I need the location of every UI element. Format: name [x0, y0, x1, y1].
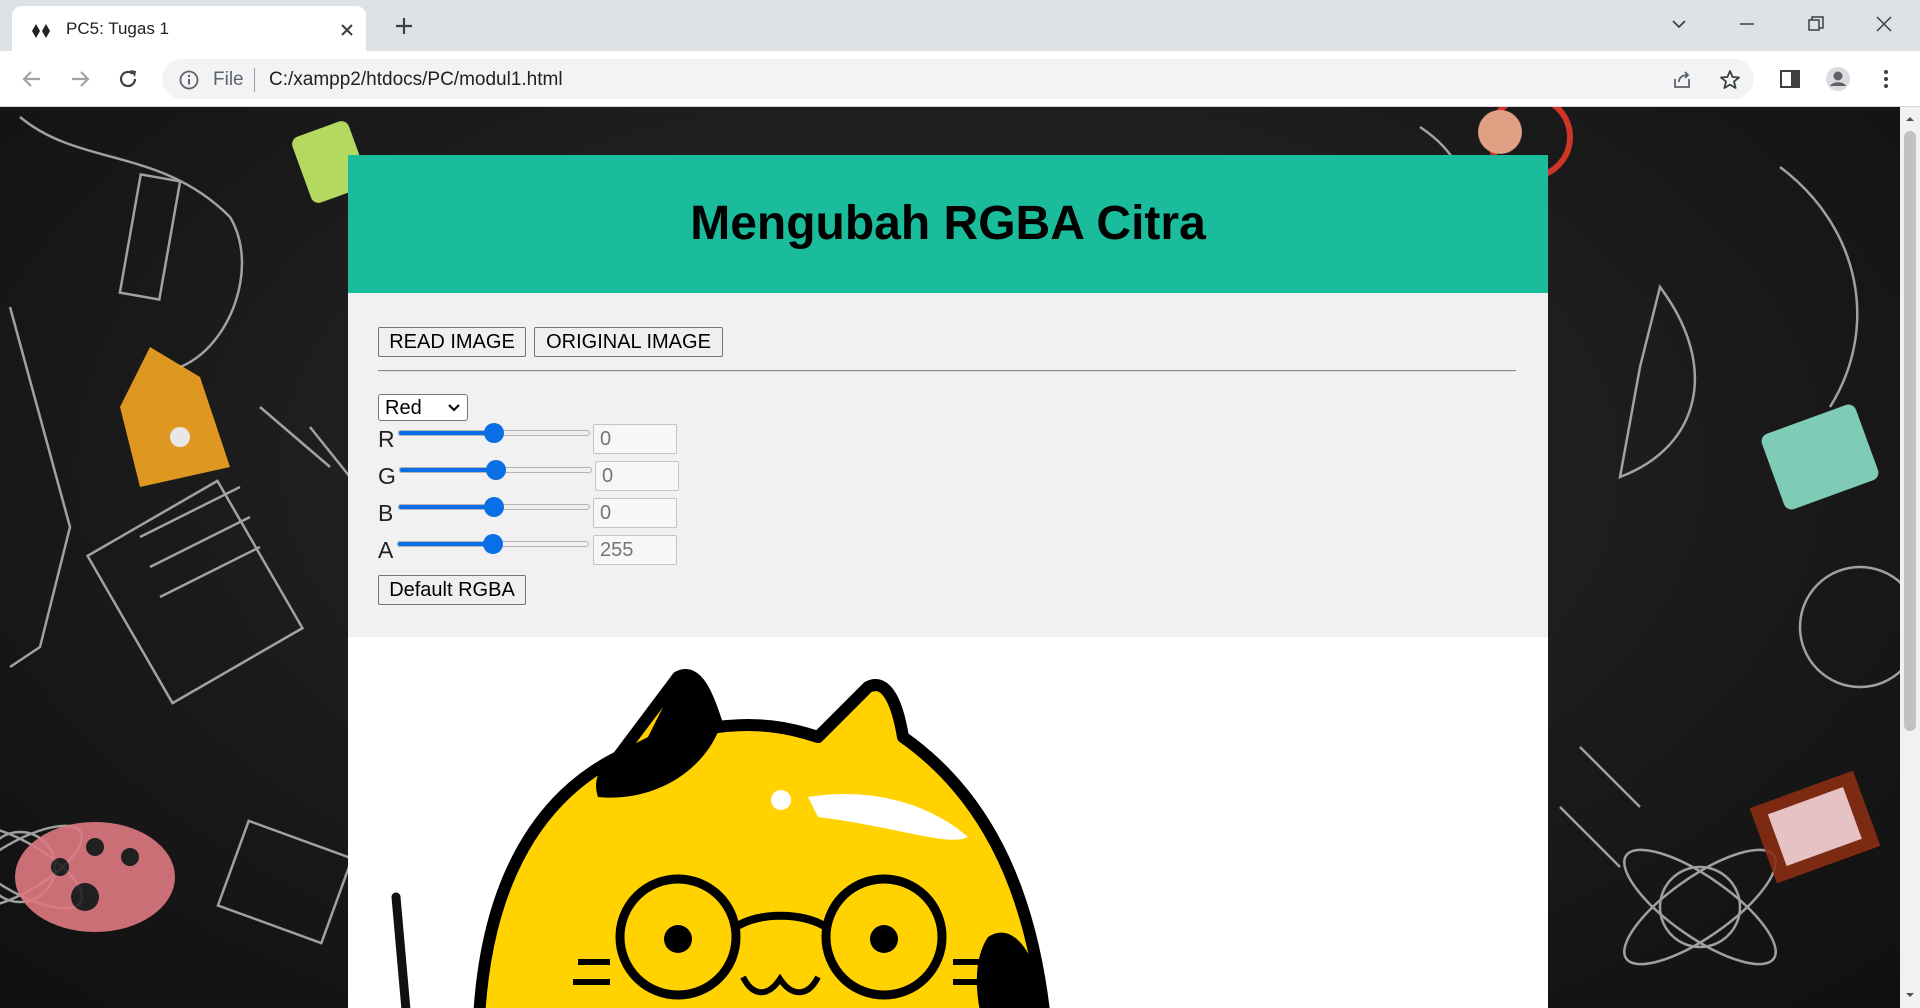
r-value-field[interactable]: 0 — [593, 424, 677, 454]
restore-icon[interactable] — [1804, 12, 1828, 36]
r-value: 0 — [600, 428, 612, 450]
controls-panel: READ IMAGE ORIGINAL IMAGE Red R 0 G 0 B … — [348, 293, 1548, 637]
g-label: G — [378, 463, 396, 489]
original-image-button[interactable]: ORIGINAL IMAGE — [534, 327, 723, 357]
page-viewport: Mengubah RGBA Citra READ IMAGE ORIGINAL … — [0, 107, 1900, 1008]
side-panel-icon[interactable] — [1776, 65, 1804, 93]
default-rgba-button[interactable]: Default RGBA — [378, 575, 526, 605]
a-label: A — [378, 537, 394, 563]
b-value-field[interactable]: 0 — [593, 498, 677, 528]
a-value-field[interactable]: 255 — [593, 535, 677, 565]
page-header: Mengubah RGBA Citra — [348, 155, 1548, 293]
back-arrow-icon[interactable] — [18, 65, 46, 93]
cat-image — [391, 669, 1050, 1008]
browser-toolbar: File C:/xampp2/htdocs/PC/modul1.html — [0, 51, 1920, 107]
tab-search-icon[interactable] — [1667, 12, 1691, 36]
forward-arrow-icon[interactable] — [66, 65, 94, 93]
vertical-scrollbar[interactable] — [1900, 107, 1920, 1008]
b-slider-thumb[interactable] — [484, 497, 504, 517]
browser-tab[interactable]: PC5: Tugas 1 — [12, 6, 366, 51]
scroll-up-arrow-icon[interactable] — [1904, 113, 1916, 125]
a-slider-thumb[interactable] — [483, 534, 503, 554]
page-title: Mengubah RGBA Citra — [690, 197, 1206, 250]
r-slider[interactable] — [398, 423, 590, 443]
image-canvas — [348, 637, 1548, 1008]
favicon-icon — [32, 24, 50, 38]
divider — [378, 370, 1516, 372]
chevron-down-icon — [448, 404, 460, 412]
a-value: 255 — [600, 539, 634, 561]
reload-icon[interactable] — [114, 65, 142, 93]
close-window-icon[interactable] — [1872, 12, 1896, 36]
b-label: B — [378, 500, 394, 526]
tab-strip: PC5: Tugas 1 — [0, 0, 1920, 51]
menu-kebab-icon[interactable] — [1872, 65, 1900, 93]
a-slider[interactable] — [397, 534, 589, 554]
main-container: Mengubah RGBA Citra READ IMAGE ORIGINAL … — [348, 155, 1548, 1008]
b-slider[interactable] — [398, 497, 590, 517]
g-slider-thumb[interactable] — [485, 460, 506, 480]
share-icon[interactable] — [1670, 68, 1694, 92]
new-tab-icon[interactable] — [392, 14, 416, 38]
minimize-icon[interactable] — [1735, 12, 1759, 36]
url-text[interactable]: C:/xampp2/htdocs/PC/modul1.html — [269, 69, 563, 91]
b-value: 0 — [600, 502, 612, 524]
close-tab-icon[interactable] — [336, 19, 358, 41]
read-image-button[interactable]: READ IMAGE — [378, 327, 526, 357]
channel-select-value: Red — [385, 397, 422, 419]
scroll-down-arrow-icon[interactable] — [1904, 989, 1916, 1001]
info-icon[interactable] — [178, 69, 200, 91]
r-label: R — [378, 426, 395, 452]
g-value-field[interactable]: 0 — [595, 461, 679, 491]
url-scheme: File — [213, 69, 244, 90]
g-value: 0 — [602, 465, 614, 487]
g-slider[interactable] — [399, 460, 592, 480]
scrollbar-thumb[interactable] — [1904, 131, 1916, 731]
tab-title: PC5: Tugas 1 — [66, 19, 170, 38]
bookmark-star-icon[interactable] — [1718, 68, 1742, 92]
channel-select[interactable]: Red — [378, 394, 468, 421]
profile-avatar-icon[interactable] — [1824, 65, 1852, 93]
url-separator — [254, 68, 255, 92]
address-bar[interactable]: File C:/xampp2/htdocs/PC/modul1.html — [162, 59, 1754, 99]
r-slider-thumb[interactable] — [484, 423, 504, 443]
